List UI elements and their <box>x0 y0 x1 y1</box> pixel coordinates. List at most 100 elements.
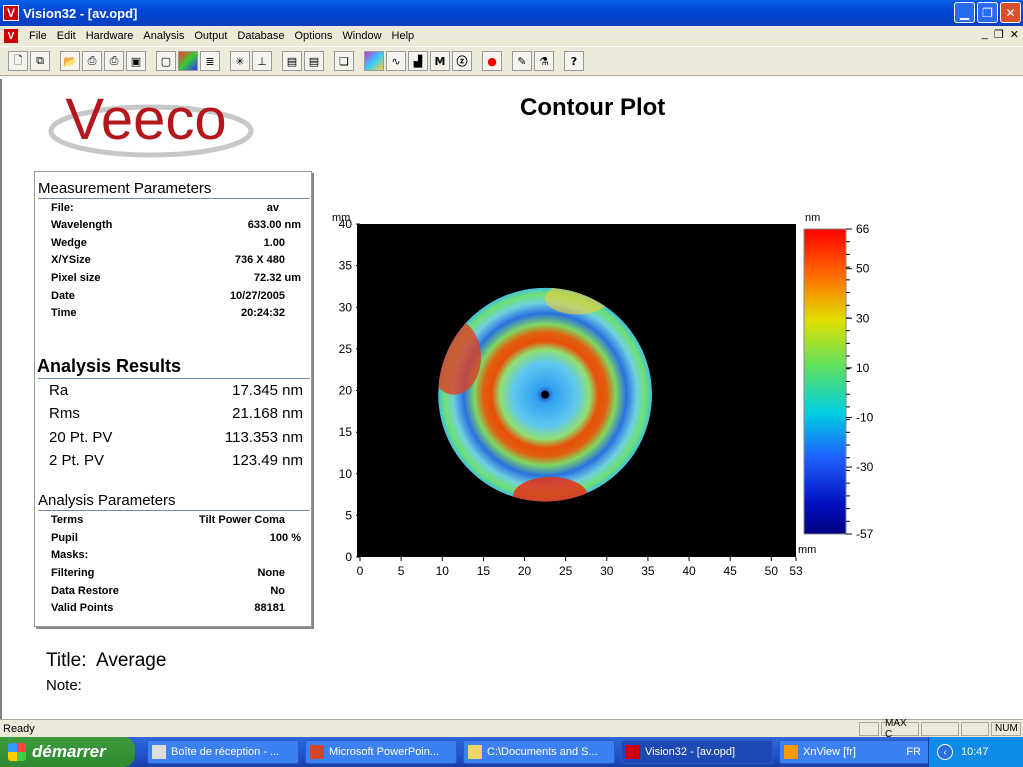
marker-icon[interactable]: ✎ <box>512 51 532 71</box>
results-heading: Analysis Results <box>37 356 182 376</box>
plot-title: Contour Plot <box>520 94 666 121</box>
app-icon[interactable]: V <box>3 5 19 21</box>
analysis-params-heading: Analysis Parameters <box>38 492 176 509</box>
restore-button[interactable]: ❐ <box>977 2 998 23</box>
menu-help[interactable]: Help <box>387 30 420 42</box>
measure-icon[interactable]: ⊥ <box>252 51 272 71</box>
param-row: Valid Points 88181 <box>51 602 285 614</box>
document-icon[interactable]: V <box>4 29 18 43</box>
colorbar-tick-label: 50 <box>856 262 870 276</box>
open-folder-icon[interactable]: 📂 <box>60 51 80 71</box>
sparkle-icon[interactable]: ✳ <box>230 51 250 71</box>
start-button[interactable]: démarrer <box>0 737 135 767</box>
measurement-heading: Measurement Parameters <box>38 180 212 197</box>
logo-text: Veeco <box>65 87 226 152</box>
task-powerpoint[interactable]: Microsoft PowerPoin... <box>305 740 457 764</box>
chevron-left-icon[interactable]: ‹ <box>937 744 953 760</box>
menu-window[interactable]: Window <box>337 30 386 42</box>
colorbar-tick-label: -10 <box>856 410 874 424</box>
flask-icon[interactable]: ⚗ <box>534 51 554 71</box>
print-setup-icon[interactable]: ⎙ <box>82 51 102 71</box>
menu-hardware[interactable]: Hardware <box>81 30 139 42</box>
task-vision32[interactable]: Vision32 - [av.opd] <box>621 740 773 764</box>
result-row: 20 Pt. PV 113.353 nm <box>49 429 303 446</box>
help-icon[interactable]: ? <box>564 51 584 71</box>
menu-analysis[interactable]: Analysis <box>138 30 189 42</box>
x-tick-label: 53 <box>789 564 803 578</box>
taskbar: démarrer Boîte de réception - ... Micros… <box>0 737 1023 767</box>
plot3d-icon[interactable] <box>364 51 384 71</box>
y-tick-label: 30 <box>339 300 353 314</box>
doc-close-button[interactable]: ✕ <box>1010 28 1019 41</box>
x-tick-label: 20 <box>518 564 532 578</box>
menu-file[interactable]: File <box>24 30 52 42</box>
y-tick-label: 25 <box>339 342 353 356</box>
x-tick-label: 0 <box>357 564 364 578</box>
powerpoint-icon <box>310 745 324 759</box>
x-tick-label: 15 <box>477 564 491 578</box>
x-tick-label: 5 <box>398 564 405 578</box>
section-divider <box>38 510 310 511</box>
menu-edit[interactable]: Edit <box>52 30 81 42</box>
copy-icon[interactable]: ❏ <box>334 51 354 71</box>
result-row: 2 Pt. PV 123.49 nm <box>49 452 303 469</box>
x-unit-label: mm <box>798 544 816 556</box>
colorbar-tick-label: 66 <box>856 222 870 236</box>
status-text: Ready <box>3 722 35 735</box>
colorbar-unit-label: nm <box>805 212 820 224</box>
record-icon[interactable]: ● <box>482 51 502 71</box>
section-divider <box>38 378 310 379</box>
m-icon[interactable]: M <box>430 51 450 71</box>
status-cell <box>961 721 989 736</box>
y-tick-label: 35 <box>339 259 353 273</box>
save-icon[interactable]: ▣ <box>126 51 146 71</box>
doc-minimize-button[interactable]: _ <box>982 28 988 41</box>
colorbar-tick-label: -57 <box>856 527 874 541</box>
windows-flag-icon <box>8 743 26 761</box>
mail-icon <box>152 745 166 759</box>
z-icon[interactable]: ⓩ <box>452 51 472 71</box>
x-tick-label: 45 <box>724 564 738 578</box>
profile-icon[interactable]: ∿ <box>386 51 406 71</box>
menu-options[interactable]: Options <box>289 30 337 42</box>
menu-bar: V File Edit Hardware Analysis Output Dat… <box>0 26 1023 46</box>
y-tick-label: 5 <box>345 508 352 522</box>
param-row: Filtering None <box>51 567 285 579</box>
param-row: Time 20:24:32 <box>51 307 285 319</box>
param-row: X/YSize 736 X 480 <box>51 254 285 266</box>
histogram-icon[interactable]: ▟ <box>408 51 428 71</box>
doc-restore-button[interactable]: ❐ <box>994 28 1004 41</box>
colorbar-tick-label: 30 <box>856 311 870 325</box>
colorbar-tick-label: 10 <box>856 361 870 375</box>
task-inbox[interactable]: Boîte de réception - ... <box>147 740 299 764</box>
note-label: Note: <box>46 677 82 694</box>
section-divider <box>38 198 310 199</box>
window2-icon[interactable]: ▤ <box>304 51 324 71</box>
y-tick-label: 0 <box>345 550 352 564</box>
window1-icon[interactable]: ▤ <box>282 51 302 71</box>
blank-page-icon[interactable]: ▢ <box>156 51 176 71</box>
status-bar: Ready MAX C NUM <box>0 718 1023 740</box>
system-tray: ‹ 10:47 <box>928 737 1023 767</box>
status-cell <box>921 721 959 736</box>
copy-doc-icon[interactable]: ⧉ <box>30 51 50 71</box>
color-map-icon[interactable] <box>178 51 198 71</box>
task-explorer[interactable]: C:\Documents and S... <box>463 740 615 764</box>
vision32-icon <box>626 745 640 759</box>
minimize-button[interactable]: ▁ <box>954 2 975 23</box>
data-icon[interactable]: ≣ <box>200 51 220 71</box>
new-doc-icon[interactable]: 🗋 <box>8 51 28 71</box>
menu-database[interactable]: Database <box>232 30 289 42</box>
print-icon[interactable]: ⎙ <box>104 51 124 71</box>
language-indicator[interactable]: FR <box>906 746 921 758</box>
x-tick-label: 30 <box>600 564 614 578</box>
clock: 10:47 <box>961 746 989 758</box>
x-tick-label: 40 <box>682 564 696 578</box>
menu-output[interactable]: Output <box>189 30 232 42</box>
close-button[interactable]: ✕ <box>1000 2 1021 23</box>
status-cell: MAX C <box>881 718 919 740</box>
result-row: Rms 21.168 nm <box>49 405 303 422</box>
title-bar: V Vision32 - [av.opd] ▁ ❐ ✕ <box>0 0 1023 26</box>
title-line: Title: Average <box>46 650 167 671</box>
y-tick-label: 20 <box>339 384 353 398</box>
